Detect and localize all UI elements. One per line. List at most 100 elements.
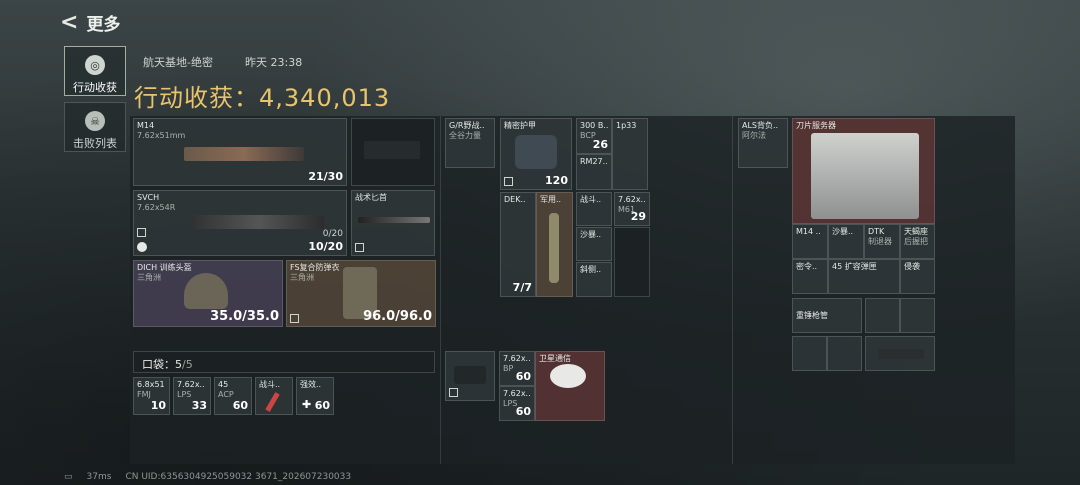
chest-item[interactable]: 300 B.. BCP 26 xyxy=(576,118,612,154)
item-sub: ACP xyxy=(218,390,234,399)
pocket-item[interactable]: 45 ACP 60 xyxy=(214,377,252,415)
pistol-slot[interactable] xyxy=(351,118,435,186)
case-item[interactable] xyxy=(900,298,935,333)
item-name: 卫星通信 xyxy=(539,354,571,363)
divider xyxy=(732,116,733,464)
pocket-item[interactable]: 7.62x.. LPS 33 xyxy=(173,377,211,415)
chest-item[interactable]: 战斗.. xyxy=(576,192,612,226)
pocket-count: 5 xyxy=(175,358,182,371)
helmet-icon xyxy=(184,273,228,309)
item-name: 6.8x51 xyxy=(137,380,165,389)
weapon-caliber: 7.62x54R xyxy=(137,203,176,212)
case-item[interactable]: 天蝎座 后握把 xyxy=(900,224,935,259)
weapon-slot-m14[interactable]: M14 7.62x51mm 21/30 xyxy=(133,118,347,186)
backpack-item[interactable]: 7.62x.. BP 60 xyxy=(499,351,535,386)
case-item[interactable]: 侵袭 xyxy=(900,259,935,294)
item-sub: LPS xyxy=(177,390,192,399)
case-item[interactable] xyxy=(865,336,935,371)
item-count: 10 xyxy=(150,399,166,412)
item-name: 7.62x.. xyxy=(503,389,531,398)
helmet-slot[interactable]: DICH 训练头盔 三角洲 35.0/35.0 xyxy=(133,260,283,327)
item-name: 天蝎座 xyxy=(904,227,928,236)
raid-time: 昨天 23:38 xyxy=(245,56,303,69)
chest-item[interactable]: 沙暴.. xyxy=(576,227,612,261)
m14-rifle-icon xyxy=(184,147,304,161)
item-name: RM27.. xyxy=(580,157,608,166)
item-name: 军用.. xyxy=(540,195,562,204)
chest-item[interactable]: 7.62x.. M61 29 xyxy=(614,192,650,226)
pocket-label-text: 口袋： xyxy=(142,358,175,371)
insured-icon xyxy=(355,243,364,252)
case-item[interactable] xyxy=(792,336,827,371)
weapon-name: SVCH xyxy=(137,193,160,202)
satellite-dish-icon xyxy=(550,364,586,388)
item-name: 密令.. xyxy=(796,262,818,271)
insured-icon xyxy=(504,177,513,186)
case-item[interactable]: 沙暴.. xyxy=(828,224,864,259)
chest-armor-slot[interactable]: 精密护甲 120 xyxy=(500,118,572,190)
pocket-cap: /5 xyxy=(182,358,193,371)
pocket-item[interactable]: 6.8x51 FMJ 10 xyxy=(133,377,170,415)
server-rack-icon xyxy=(811,133,919,219)
ammo-count: 21/30 xyxy=(308,170,343,183)
helmet-sub: 三角洲 xyxy=(137,273,161,282)
tab-loot[interactable]: ◎ 行动收获 xyxy=(64,46,126,96)
vest-durability: 120 xyxy=(545,174,568,187)
vest-name: 精密护甲 xyxy=(504,121,536,130)
case-item[interactable] xyxy=(865,298,900,333)
rig-sub: 全谷力量 xyxy=(449,131,481,140)
uid: CN UID:6356304925059032 3671_20260723003… xyxy=(125,472,352,482)
loot-total: 行动收获：4,340,013 xyxy=(134,78,390,113)
ammo-count-b: 10/20 xyxy=(308,240,343,253)
helmet-name: DICH 训练头盔 xyxy=(137,263,192,272)
melee-slot[interactable]: 战术匕首 xyxy=(351,190,435,256)
item-name: 7.62x.. xyxy=(503,354,531,363)
chest-item[interactable]: 军用.. xyxy=(536,192,573,297)
case-name: ALS背负.. xyxy=(742,121,779,130)
vest-icon xyxy=(515,135,557,169)
backpack-item[interactable]: 7.62x.. LPS 60 xyxy=(499,386,535,421)
item-name: 7.62x.. xyxy=(177,380,205,389)
weapon-slot-svch[interactable]: SVCH 7.62x54R 0/20 10/20 xyxy=(133,190,347,256)
blade-server-item[interactable]: 刀片服务器 xyxy=(792,118,935,224)
armor-slot[interactable]: FS复合防弹衣 三角洲 96.0/96.0 xyxy=(286,260,436,327)
chest-rig-slot[interactable]: G/R野战.. 全谷力量 xyxy=(445,118,495,168)
item-sub: FMJ xyxy=(137,390,151,399)
ammo-count-a: 0/20 xyxy=(322,229,343,239)
case-item[interactable]: M14 .. xyxy=(792,224,828,259)
armor-sub: 三角洲 xyxy=(290,273,314,282)
case-item[interactable] xyxy=(827,336,862,371)
rig-name: G/R野战.. xyxy=(449,121,485,130)
item-count: 60 xyxy=(515,370,531,383)
chest-empty-slot[interactable] xyxy=(614,227,650,297)
weapon-caliber: 7.62x51mm xyxy=(137,131,186,140)
item-count: 60 xyxy=(515,405,531,418)
item-name: DEK.. xyxy=(504,195,526,204)
map-name: 航天基地-绝密 xyxy=(143,56,213,69)
top-bar: < 更多 xyxy=(60,8,120,36)
item-count: 26 xyxy=(592,138,608,151)
case-item[interactable]: DTK 制退器 xyxy=(864,224,900,259)
back-arrow-icon[interactable]: < xyxy=(60,10,78,35)
backpack-slot[interactable] xyxy=(445,351,495,401)
case-item[interactable]: 45 扩容弹匣 xyxy=(828,259,900,294)
pocket-item[interactable]: 战斗.. xyxy=(255,377,293,415)
chest-item[interactable]: RM27.. xyxy=(576,154,612,190)
case-item[interactable]: 重锤枪管 xyxy=(792,298,862,333)
backpack-icon xyxy=(454,366,486,384)
item-name: 7.62x.. xyxy=(618,195,646,204)
item-name: DTK xyxy=(868,227,885,236)
item-count: 60 xyxy=(314,399,330,412)
tab-kills[interactable]: ☠ 击败列表 xyxy=(64,102,126,152)
status-footer: ▭ 37ms CN UID:6356304925059032 3671_2026… xyxy=(64,472,351,482)
secure-case-slot[interactable]: ALS背负.. 阿尔法 xyxy=(738,118,788,168)
chest-item[interactable]: DEK.. 7/7 xyxy=(500,192,536,297)
case-item[interactable]: 密令.. xyxy=(792,259,828,294)
chest-item[interactable]: 斜侧.. xyxy=(576,262,612,297)
satellite-comm-item[interactable]: 卫星通信 xyxy=(535,351,605,421)
item-name: 战斗.. xyxy=(259,380,281,389)
chest-item[interactable]: 1p33 xyxy=(612,118,648,190)
item-name: 300 B.. xyxy=(580,121,609,130)
pocket-item[interactable]: 强效.. ✚ 60 xyxy=(296,377,334,415)
item-sub: BP xyxy=(503,364,514,373)
